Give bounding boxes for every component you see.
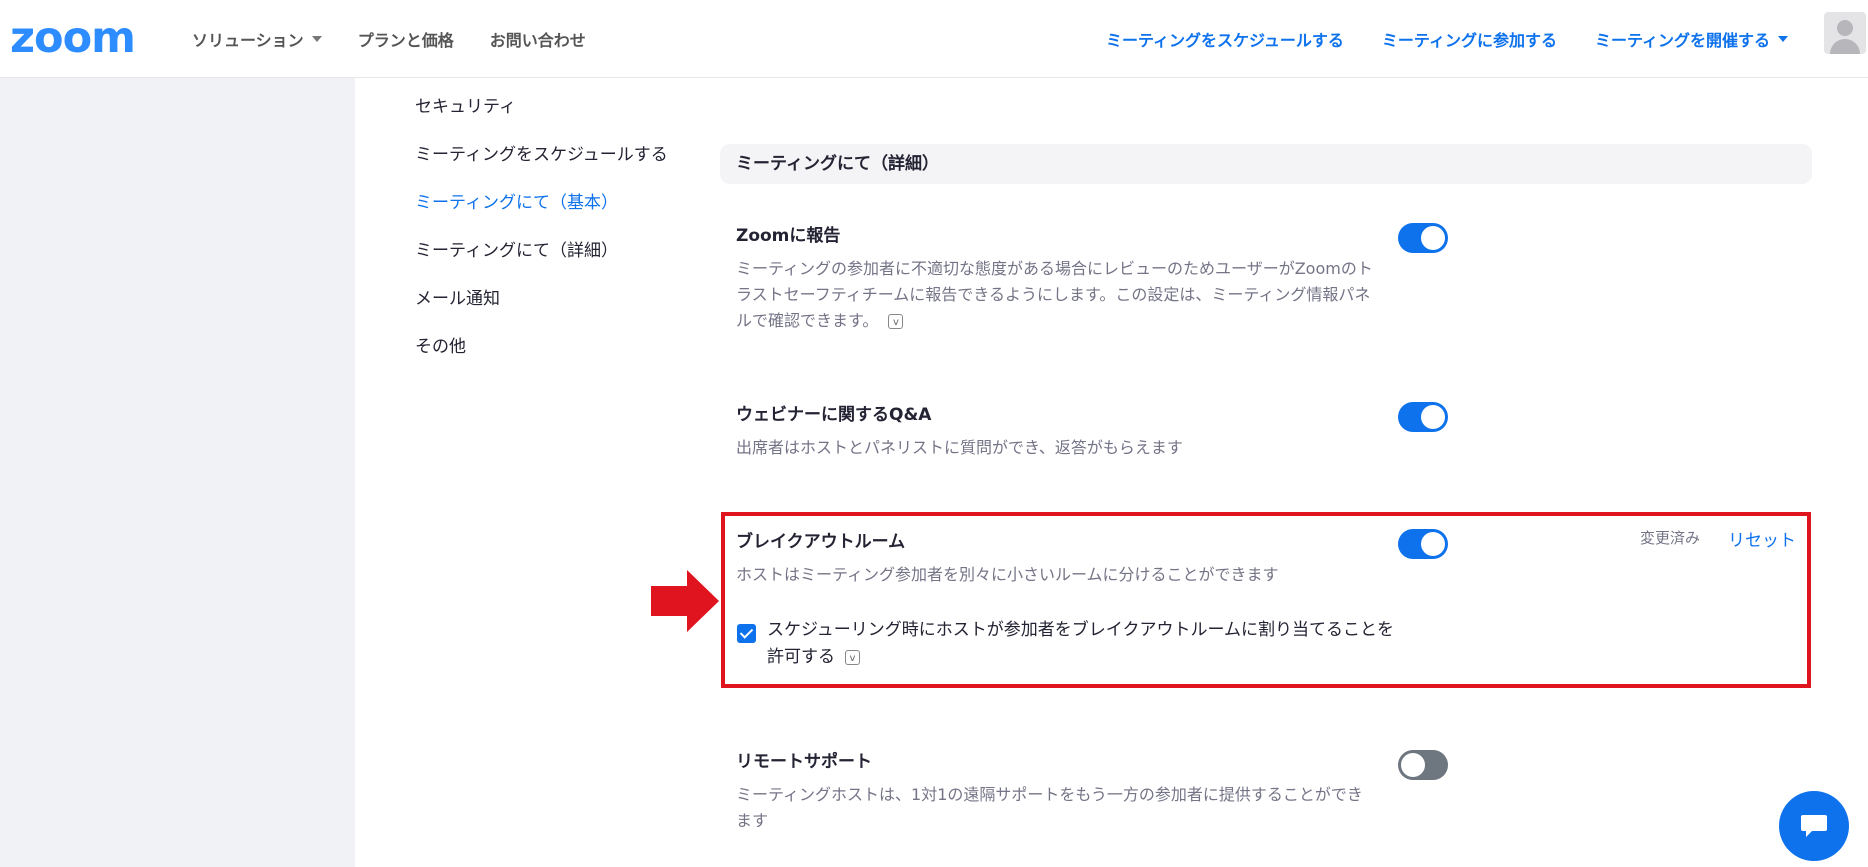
setting-description-text: ミーティングの参加者に不適切な態度がある場合にレビューのためユーザーがZoomの… <box>736 259 1373 330</box>
breakout-preassign-label-text: スケジューリング時にホストが参加者をブレイクアウトルームに割り当てることを許可す… <box>767 620 1394 667</box>
setting-breakout-room: ブレイクアウトルーム ホストはミーティング参加者を別々に小さいルームに分けること… <box>736 530 1376 588</box>
zoom-logo[interactable]: zoom <box>10 16 136 60</box>
setting-report-to-zoom: Zoomに報告 ミーティングの参加者に不適切な態度がある場合にレビューのためユー… <box>736 224 1376 334</box>
red-arrow-annotation-icon <box>651 570 719 632</box>
chat-support-button[interactable] <box>1779 791 1849 861</box>
chevron-down-icon <box>311 36 322 42</box>
toggle-breakout-room[interactable] <box>1398 529 1448 559</box>
sidebar-item-email-notification[interactable]: メール通知 <box>415 288 668 336</box>
breakout-preassign-checkbox[interactable] <box>737 624 756 643</box>
toggle-knob <box>1401 753 1425 777</box>
breakout-preassign-label: スケジューリング時にホストが参加者をブレイクアウトルームに割り当てることを許可す… <box>767 617 1407 671</box>
avatar-body-shape <box>1830 39 1860 54</box>
section-header: ミーティングにて（詳細） <box>720 144 1812 184</box>
nav-solutions-label: ソリューション <box>192 31 304 50</box>
toggle-knob <box>1421 532 1445 556</box>
nav-plans-pricing[interactable]: プランと価格 <box>358 27 454 51</box>
setting-title: ウェビナーに関するQ&A <box>736 405 932 425</box>
reset-link[interactable]: リセット <box>1728 526 1796 551</box>
setting-description: 出席者はホストとパネリストに質問ができ、返答がもらえます <box>736 438 1183 457</box>
chevron-down-icon <box>1778 36 1788 42</box>
version-info-icon[interactable]: v <box>888 314 904 329</box>
join-meeting-link[interactable]: ミーティングに参加する <box>1382 27 1557 51</box>
setting-title: ブレイクアウトルーム <box>736 532 906 552</box>
toggle-remote-support[interactable] <box>1398 750 1448 780</box>
modified-status-label: 変更済み <box>1640 529 1701 547</box>
top-navigation-bar: zoom ソリューション プランと価格 お問い合わせ ミーティングをスケジュール… <box>0 0 1868 78</box>
meeting-actions-nav: ミーティングをスケジュールする ミーティングに参加する ミーティングを開催する <box>1068 0 1788 78</box>
schedule-meeting-link[interactable]: ミーティングをスケジュールする <box>1106 27 1344 51</box>
sidebar-item-in-meeting-basic[interactable]: ミーティングにて（基本） <box>415 192 668 240</box>
sidebar-item-other[interactable]: その他 <box>415 336 668 384</box>
user-avatar[interactable] <box>1824 12 1866 54</box>
sidebar-item-in-meeting-advanced[interactable]: ミーティングにて（詳細） <box>415 240 668 288</box>
host-meeting-label: ミーティングを開催する <box>1594 31 1770 50</box>
setting-title: Zoomに報告 <box>736 226 841 246</box>
sidebar-item-security[interactable]: セキュリティ <box>415 96 668 144</box>
setting-description: ホストはミーティング参加者を別々に小さいルームに分けることができます <box>736 565 1279 584</box>
left-background-panel <box>0 78 355 867</box>
checkmark-icon <box>739 625 754 639</box>
toggle-knob <box>1421 226 1445 250</box>
chat-icon <box>1801 815 1827 837</box>
setting-remote-support: リモートサポート ミーティングホストは、1対1の遠隔サポートをもう一方の参加者に… <box>736 750 1376 834</box>
avatar-head-shape <box>1837 20 1853 36</box>
nav-contact[interactable]: お問い合わせ <box>490 27 586 51</box>
setting-description: ミーティングホストは、1対1の遠隔サポートをもう一方の参加者に提供することができ… <box>736 785 1363 830</box>
setting-title: リモートサポート <box>736 752 872 772</box>
primary-nav: ソリューション プランと価格 お問い合わせ <box>192 0 622 78</box>
setting-webinar-qa: ウェビナーに関するQ&A 出席者はホストとパネリストに質問ができ、返答がもらえま… <box>736 403 1376 461</box>
nav-solutions[interactable]: ソリューション <box>192 27 322 51</box>
settings-sidebar: セキュリティ ミーティングをスケジュールする ミーティングにて（基本） ミーティ… <box>415 96 668 384</box>
toggle-report-to-zoom[interactable] <box>1398 223 1448 253</box>
version-info-icon[interactable]: v <box>845 649 860 665</box>
host-meeting-menu[interactable]: ミーティングを開催する <box>1595 27 1788 51</box>
setting-description: ミーティングの参加者に不適切な態度がある場合にレビューのためユーザーがZoomの… <box>736 256 1376 334</box>
toggle-knob <box>1421 405 1445 429</box>
toggle-webinar-qa[interactable] <box>1398 402 1448 432</box>
sidebar-item-schedule-meeting[interactable]: ミーティングをスケジュールする <box>415 144 668 192</box>
